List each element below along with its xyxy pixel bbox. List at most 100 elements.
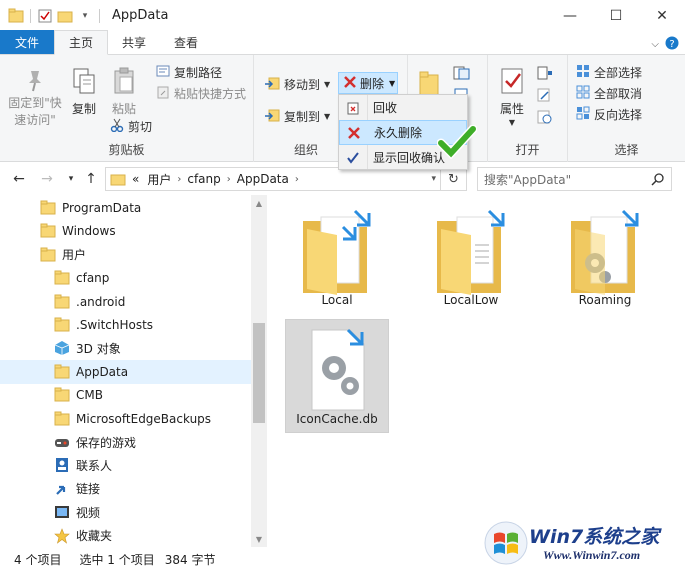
menu-item-recycle[interactable]: 回收 bbox=[339, 95, 467, 120]
tree-item-label: .android bbox=[76, 294, 126, 309]
help-icon[interactable]: ? bbox=[665, 36, 679, 53]
maximize-button[interactable]: ☐ bbox=[593, 0, 639, 31]
folder-icon bbox=[54, 387, 70, 403]
delete-x-icon bbox=[343, 75, 357, 92]
delete-label: 删除 bbox=[360, 76, 385, 91]
tree-item[interactable]: 联系人 bbox=[54, 454, 112, 476]
folder-item-roaming[interactable]: Roaming bbox=[553, 199, 657, 313]
search-icon[interactable] bbox=[651, 172, 665, 189]
address-dropdown-icon[interactable]: ▾ bbox=[431, 174, 436, 184]
folder-item-locallow[interactable]: LocalLow bbox=[419, 199, 523, 313]
tab-share[interactable]: 共享 bbox=[108, 30, 160, 54]
close-button[interactable]: ✕ bbox=[639, 0, 685, 31]
delete-button[interactable]: 删除 ▼ bbox=[338, 72, 398, 94]
minimize-button[interactable]: — bbox=[547, 0, 593, 31]
edit-icon[interactable] bbox=[536, 87, 554, 106]
up-arrow-icon[interactable]: ↑ bbox=[82, 170, 100, 188]
tree-item[interactable]: 链接 bbox=[54, 478, 100, 500]
new-item-icon[interactable] bbox=[452, 65, 474, 84]
tree-item[interactable]: MicrosoftEdgeBackups bbox=[54, 408, 211, 430]
properties-qat-icon[interactable] bbox=[37, 8, 53, 24]
refresh-button[interactable]: ↻ bbox=[441, 167, 467, 191]
recycle-icon bbox=[339, 100, 367, 116]
chevron-down-icon[interactable]: ▾ bbox=[77, 8, 93, 24]
back-arrow-icon[interactable]: ← bbox=[10, 170, 28, 188]
vertical-scrollbar[interactable]: ▲ ▼ bbox=[251, 195, 267, 547]
delete-x-icon bbox=[340, 126, 368, 140]
invert-selection-icon bbox=[576, 106, 590, 123]
show-confirm-label: 显示回收确认 bbox=[373, 151, 446, 165]
breadcrumb-item[interactable]: 用户 bbox=[141, 171, 177, 188]
tree-item[interactable]: 保存的游戏 bbox=[54, 431, 136, 453]
tree-item-label: AppData bbox=[76, 364, 129, 379]
file-name: IconCache.db bbox=[296, 412, 378, 426]
expand-ribbon-icon[interactable]: ⌵ bbox=[651, 39, 659, 50]
window-controls: — ☐ ✕ bbox=[547, 0, 685, 31]
open-group: 属性 ▼ 打开 bbox=[488, 55, 568, 162]
cut-button[interactable]: 剪切 bbox=[110, 118, 152, 135]
new-folder-qat-icon[interactable] bbox=[57, 8, 73, 24]
breadcrumb-item[interactable]: AppData bbox=[231, 172, 295, 186]
tree-item-label: CMB bbox=[76, 388, 103, 403]
links-icon bbox=[54, 481, 70, 497]
file-item-iconcache[interactable]: IconCache.db bbox=[285, 319, 389, 433]
tree-item[interactable]: cfanp bbox=[54, 267, 109, 289]
pin-quick-access-button[interactable]: 固定到"快速访问" bbox=[4, 67, 66, 129]
copy-button[interactable]: 复制 bbox=[66, 67, 102, 118]
tab-file[interactable]: 文件 bbox=[0, 30, 55, 54]
breadcrumb-overflow[interactable]: « bbox=[126, 172, 141, 186]
watermark-logo: Win7系统之家 Www.Winwin7.com bbox=[481, 516, 681, 570]
paste-shortcut-button[interactable]: 粘贴快捷方式 bbox=[156, 85, 246, 102]
select-all-label: 全部选择 bbox=[594, 66, 643, 80]
pin-icon bbox=[4, 67, 66, 95]
select-none-button[interactable]: 全部取消 bbox=[576, 85, 642, 102]
address-bar[interactable]: « 用户 › cfanp › AppData › ▾ bbox=[105, 167, 441, 191]
chevron-down-icon[interactable]: ▼ bbox=[389, 79, 395, 88]
tree-item[interactable]: 视频 bbox=[54, 501, 100, 523]
tree-item-label: .SwitchHosts bbox=[76, 318, 154, 332]
history-icon[interactable] bbox=[536, 109, 554, 128]
window-title: AppData bbox=[112, 8, 169, 23]
folder-item-local[interactable]: Local bbox=[285, 199, 389, 313]
tree-item[interactable]: AppData bbox=[54, 361, 128, 383]
forward-arrow-icon[interactable]: → bbox=[38, 170, 56, 188]
invert-selection-button[interactable]: 反向选择 bbox=[576, 106, 642, 123]
tree-item[interactable]: Windows bbox=[40, 220, 116, 242]
scroll-down-icon[interactable]: ▼ bbox=[251, 531, 267, 547]
select-all-button[interactable]: 全部选择 bbox=[576, 64, 642, 81]
paste-label: 粘贴 bbox=[111, 102, 136, 116]
paste-icon bbox=[106, 67, 142, 101]
tree-item[interactable]: CMB bbox=[54, 384, 103, 406]
tree-item-label: 保存的游戏 bbox=[76, 435, 137, 450]
tree-item[interactable]: 用户 bbox=[40, 244, 86, 266]
tree-item-label: 联系人 bbox=[76, 458, 113, 473]
tree-item[interactable]: ProgramData bbox=[40, 197, 141, 219]
tree-item[interactable]: .SwitchHosts bbox=[54, 314, 153, 336]
copy-path-button[interactable]: 复制路径 bbox=[156, 64, 222, 81]
search-input[interactable]: 搜索"AppData" bbox=[477, 167, 672, 191]
properties-button[interactable]: 属性 ▼ bbox=[494, 67, 530, 128]
tree-item[interactable]: .android bbox=[54, 291, 125, 313]
paste-button[interactable]: 粘贴 bbox=[106, 67, 142, 118]
folder-icon bbox=[54, 294, 70, 310]
copy-to-button[interactable]: 复制到 ▼ bbox=[264, 107, 330, 126]
scroll-up-icon[interactable]: ▲ bbox=[251, 195, 267, 211]
navigation-pane: ProgramData Windows 用户 cfanp .android .Switch… bbox=[0, 195, 267, 547]
search-placeholder: 搜索"AppData" bbox=[484, 172, 572, 187]
chevron-right-icon[interactable]: › bbox=[295, 174, 299, 185]
tab-view[interactable]: 查看 bbox=[160, 30, 212, 54]
open-icon[interactable] bbox=[536, 65, 558, 84]
tab-home[interactable]: 主页 bbox=[54, 30, 109, 55]
cut-label: 剪切 bbox=[128, 120, 153, 134]
tree-item[interactable]: 3D 对象 bbox=[54, 337, 121, 359]
folder-app-icon bbox=[8, 8, 24, 24]
recent-locations-chevron-icon[interactable]: ▾ bbox=[62, 170, 80, 188]
system-file-gear-icon bbox=[311, 328, 365, 411]
breadcrumb-item[interactable]: cfanp bbox=[181, 172, 226, 186]
open-group-label: 打开 bbox=[515, 143, 540, 157]
move-to-button[interactable]: 移动到 ▼ bbox=[264, 75, 330, 94]
tree-item[interactable]: 收藏夹 bbox=[54, 525, 112, 547]
folder-icon bbox=[40, 223, 56, 239]
copy-icon bbox=[66, 67, 102, 101]
scrollbar-thumb[interactable] bbox=[253, 323, 265, 423]
